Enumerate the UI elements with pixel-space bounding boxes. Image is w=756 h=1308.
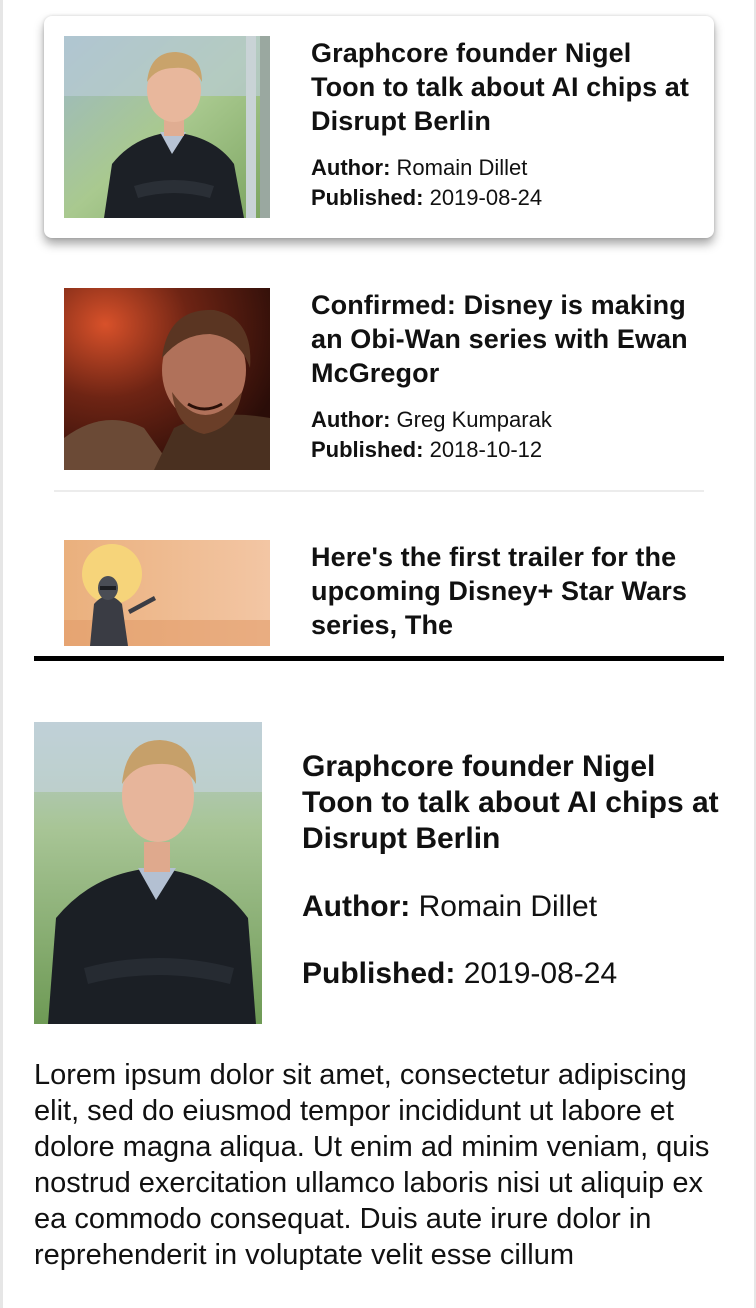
published-label: Published:	[311, 185, 424, 210]
article-author: Greg Kumparak	[396, 407, 552, 432]
article-meta: Author: Romain Dillet Published: 2019-08…	[311, 153, 701, 213]
published-label: Published:	[302, 957, 456, 990]
author-name: Romain Dillet	[418, 890, 598, 923]
list-separator	[54, 490, 704, 492]
author-label: Author:	[311, 155, 391, 180]
article-author: Romain Dillet	[396, 155, 528, 180]
article-thumbnail	[64, 288, 270, 470]
article-title: Here's the first trailer for the upcomin…	[311, 542, 687, 640]
detail-info: Graphcore founder Nigel Toon to talk abo…	[302, 749, 722, 992]
article-info: Confirmed: Disney is making an Obi-Wan s…	[311, 288, 701, 465]
article-published-date: 2018-10-12	[429, 437, 543, 462]
article-card-3[interactable]: Here's the first trailer for the upcomin…	[44, 520, 714, 656]
detail-title: Graphcore founder Nigel Toon to talk abo…	[302, 750, 719, 855]
article-title: Graphcore founder Nigel Toon to talk abo…	[311, 38, 689, 136]
article-card-2[interactable]: Confirmed: Disney is making an Obi-Wan s…	[44, 268, 714, 490]
detail-body: Lorem ipsum dolor sit amet, consectetur …	[34, 1059, 710, 1271]
published-date: 2019-08-24	[463, 957, 618, 990]
author-label: Author:	[302, 890, 411, 923]
detail-author: Author: Romain Dillet	[302, 889, 722, 925]
author-label: Author:	[311, 407, 391, 432]
article-card-1[interactable]: Graphcore founder Nigel Toon to talk abo…	[44, 16, 714, 238]
detail-published: Published: 2019-08-24	[302, 956, 722, 992]
article-thumbnail	[64, 36, 270, 218]
detail-image	[34, 722, 262, 1024]
article-list[interactable]: Graphcore founder Nigel Toon to talk abo…	[0, 0, 756, 656]
article-info: Graphcore founder Nigel Toon to talk abo…	[311, 36, 701, 213]
article-title: Confirmed: Disney is making an Obi-Wan s…	[311, 290, 688, 388]
published-label: Published:	[311, 437, 424, 462]
article-meta: Author: Greg Kumparak Published: 2018-10…	[311, 405, 701, 465]
article-published-date: 2019-08-24	[429, 185, 543, 210]
pane-divider	[34, 656, 724, 661]
article-thumbnail	[64, 540, 270, 646]
article-info: Here's the first trailer for the upcomin…	[311, 540, 701, 642]
